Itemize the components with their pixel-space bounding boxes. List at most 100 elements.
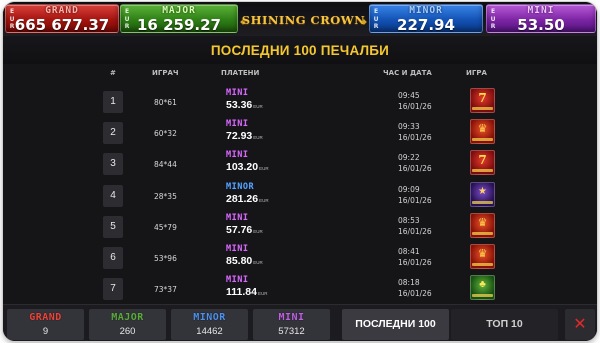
jackpot-minor-name: MINOR: [409, 5, 443, 16]
row-date: 16/01/26: [398, 102, 432, 111]
row-time: 09:22: [398, 153, 420, 162]
game-icon-glyph: ♛: [477, 123, 488, 135]
row-rank: 5: [103, 216, 123, 238]
game-icon-glyph: ♣: [479, 279, 486, 290]
row-amount-currency: EUR: [259, 166, 269, 171]
shining-crown-logo: SHINING CROWN: [239, 6, 368, 34]
table-row[interactable]: 5 45*79 MINI 57.76EUR 08:53 16/01/26 ♛: [3, 213, 597, 246]
filter-grand-label: GRAND: [29, 312, 62, 323]
table-row[interactable]: 6 53*96 MINI 85.80EUR 08:41 16/01/26 ♛: [3, 244, 597, 277]
jackpot-mini-value: 53.50: [517, 16, 565, 34]
tab-last-100[interactable]: ПОСЛЕДНИ 100: [342, 309, 449, 340]
filter-grand-button[interactable]: GRAND 9: [7, 309, 84, 340]
game-icon-glyph: 7: [478, 153, 487, 167]
row-amount-currency: EUR: [257, 291, 268, 296]
game-icon-glyph: ♛: [477, 217, 488, 229]
row-amount: 57.76EUR: [226, 224, 263, 236]
row-amount-currency: EUR: [259, 198, 269, 203]
logo-text: SHINING CROWN: [241, 13, 366, 27]
game-icon-banner: [472, 294, 493, 297]
row-amount: 53.36EUR: [226, 99, 263, 111]
row-time: 09:33: [398, 122, 420, 131]
purple-slot-icon[interactable]: ★: [470, 182, 495, 207]
row-amount-currency: EUR: [253, 104, 263, 109]
row-player: 84*44: [154, 160, 177, 169]
jackpot-grand-value: 665 677.37: [14, 16, 110, 34]
bottom-bar: GRAND 9 MAJOR 260 MINOR 14462 MINI 57312…: [3, 304, 597, 341]
row-amount-value: 72.93: [226, 130, 253, 142]
crown-icon[interactable]: ♛: [470, 119, 495, 144]
row-player: 45*79: [154, 223, 177, 232]
game-icon-glyph: ★: [478, 186, 487, 197]
row-player: 53*96: [154, 254, 177, 263]
title-bar: ПОСЛЕДНИ 100 ПЕЧАЛБИ: [3, 36, 597, 64]
row-jackpot-level: MINI: [226, 213, 249, 223]
filter-mini-button[interactable]: MINI 57312: [253, 309, 330, 340]
crown-icon[interactable]: ♛: [470, 213, 495, 238]
row-time: 08:53: [398, 216, 420, 225]
row-time: 08:41: [398, 247, 420, 256]
tab-top-10[interactable]: ТОП 10: [451, 309, 558, 340]
game-icon-banner: [472, 107, 493, 110]
jackpot-mini-name: MINI: [527, 5, 555, 16]
row-amount-value: 85.80: [226, 255, 253, 267]
filter-grand-count: 9: [42, 326, 49, 337]
row-amount: 72.93EUR: [226, 130, 263, 142]
game-icon-banner: [472, 263, 493, 266]
row-jackpot-level: MINOR: [226, 182, 255, 192]
crown-icon[interactable]: ♛: [470, 244, 495, 269]
row-date: 16/01/26: [398, 196, 432, 205]
row-amount: 111.84EUR: [226, 286, 267, 298]
filter-major-label: MAJOR: [111, 312, 144, 323]
table-row[interactable]: 1 80*61 MINI 53.36EUR 09:45 16/01/26 7: [3, 88, 597, 121]
row-time: 09:45: [398, 91, 420, 100]
table-row[interactable]: 4 28*35 MINOR 281.26EUR 09:09 16/01/26 ★: [3, 182, 597, 215]
row-amount: 85.80EUR: [226, 255, 263, 267]
column-header-paid: ПЛАТЕНИ: [221, 69, 260, 77]
game-icon-banner: [472, 169, 493, 172]
page-title: ПОСЛЕДНИ 100 ПЕЧАЛБИ: [210, 43, 390, 58]
row-amount-currency: EUR: [253, 229, 263, 234]
filter-major-button[interactable]: MAJOR 260: [89, 309, 166, 340]
row-amount-value: 103.20: [226, 161, 259, 173]
row-player: 60*32: [154, 129, 177, 138]
row-jackpot-level: MINI: [226, 119, 249, 129]
row-date: 16/01/26: [398, 258, 432, 267]
close-button[interactable]: ✕: [565, 309, 595, 340]
row-rank: 1: [103, 91, 123, 113]
row-rank: 7: [103, 278, 123, 300]
red-seven-icon[interactable]: 7: [470, 88, 495, 113]
filter-mini-label: MINI: [278, 312, 305, 323]
table-header: # ИГРАЧ ПЛАТЕНИ ЧАС И ДАТА ИГРА: [3, 64, 597, 82]
jackpot-mini: EUR MINI 53.50: [486, 4, 596, 34]
row-date: 16/01/26: [398, 164, 432, 173]
jackpot-history-window: EUR GRAND 665 677.37 EUR MAJOR 16 259.27…: [3, 2, 597, 341]
row-jackpot-level: MINI: [226, 150, 249, 160]
row-amount-value: 53.36: [226, 99, 253, 111]
row-amount-value: 111.84: [226, 286, 257, 298]
row-date: 16/01/26: [398, 227, 432, 236]
wins-list[interactable]: 1 80*61 MINI 53.36EUR 09:45 16/01/26 7 2 60*32 MI…: [3, 84, 597, 304]
row-amount-value: 57.76: [226, 224, 253, 236]
filter-minor-button[interactable]: MINOR 14462: [171, 309, 248, 340]
game-icon-glyph: 7: [478, 91, 487, 105]
green-slot-icon[interactable]: ♣: [470, 275, 495, 300]
game-icon-banner: [472, 201, 493, 204]
close-icon: ✕: [573, 316, 587, 333]
game-icon-banner: [472, 138, 493, 141]
column-header-time-date: ЧАС И ДАТА: [383, 69, 432, 77]
game-icon-banner: [472, 232, 493, 235]
table-row[interactable]: 2 60*32 MINI 72.93EUR 09:33 16/01/26 ♛: [3, 119, 597, 152]
row-amount-currency: EUR: [253, 260, 263, 265]
row-player: 73*37: [154, 285, 177, 294]
row-jackpot-level: MINI: [226, 275, 249, 285]
column-header-player: ИГРАЧ: [152, 69, 179, 77]
row-jackpot-level: MINI: [226, 244, 249, 254]
jackpot-bar: EUR GRAND 665 677.37 EUR MAJOR 16 259.27…: [3, 2, 597, 36]
row-time: 09:09: [398, 185, 420, 194]
row-rank: 6: [103, 247, 123, 269]
row-amount-value: 281.26: [226, 193, 259, 205]
red-seven-icon[interactable]: 7: [470, 150, 495, 175]
table-row[interactable]: 7 73*37 MINI 111.84EUR 08:18 16/01/26 ♣: [3, 275, 597, 304]
table-row[interactable]: 3 84*44 MINI 103.20EUR 09:22 16/01/26 7: [3, 150, 597, 183]
